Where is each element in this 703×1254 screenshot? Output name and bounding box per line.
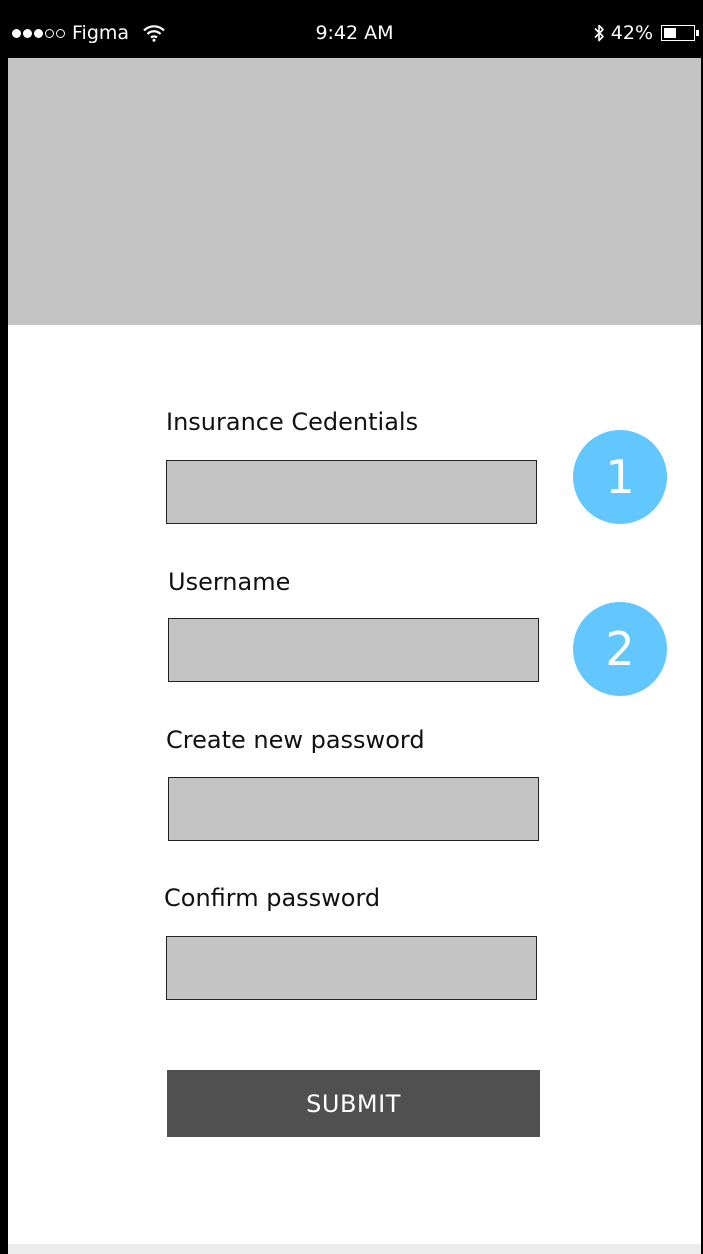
username-label: Username — [168, 568, 291, 596]
confirm-password-input[interactable] — [166, 936, 537, 1000]
confirm-password-label: Confirm password — [164, 884, 381, 912]
phone-frame: Figma 9:42 AM 42% Insurance Cedentials U… — [0, 0, 703, 1254]
battery-percent: 42% — [610, 22, 653, 44]
battery-cap — [696, 30, 699, 36]
insurance-credentials-input[interactable] — [166, 460, 537, 524]
new-password-input[interactable] — [168, 777, 539, 841]
header-image-placeholder — [8, 58, 701, 325]
bottom-edge — [8, 1244, 701, 1254]
username-input[interactable] — [168, 618, 539, 682]
step-2-badge: 2 — [573, 602, 667, 696]
submit-button[interactable]: SUBMIT — [167, 1070, 540, 1137]
new-password-label: Create new password — [166, 726, 425, 754]
step-1-badge: 1 — [573, 430, 667, 524]
insurance-credentials-label: Insurance Cedentials — [166, 408, 419, 436]
bluetooth-icon — [594, 24, 604, 42]
status-bar: Figma 9:42 AM 42% — [8, 8, 701, 58]
status-right: 42% — [593, 20, 699, 46]
battery-level — [664, 28, 676, 38]
battery-icon — [661, 25, 699, 41]
